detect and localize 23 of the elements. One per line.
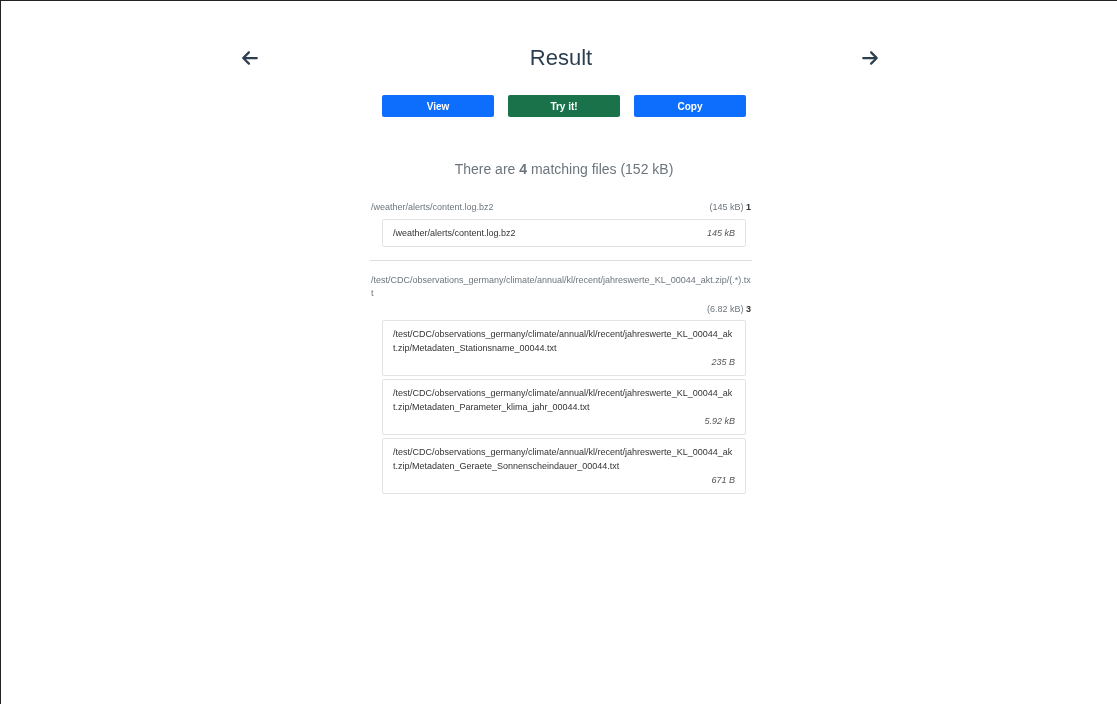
- file-size: 235 B: [710, 356, 735, 369]
- file-path: /test/CDC/observations_germany/climate/annual/kl/recent/jahreswerte_KL_00044_akt.zip/Metadaten_Geraete_Sonnenscheindauer_00044.txt: [393, 446, 734, 473]
- file-size: 145 kB: [706, 226, 735, 240]
- forward-arrow-icon[interactable]: [861, 48, 879, 67]
- group-size: (6.82 kB) 3: [706, 302, 751, 316]
- group-size: (145 kB) 1: [709, 201, 751, 214]
- file-size: 671 B: [710, 474, 735, 487]
- back-arrow-icon[interactable]: [241, 48, 259, 67]
- page-title: Result: [529, 44, 593, 72]
- file-row[interactable]: /test/CDC/observations_germany/climate/annual/kl/recent/jahreswerte_KL_00044_akt.zip/Metadaten_Geraete_Sonnenscheindauer_00044.txt 671 B: [382, 438, 746, 494]
- file-path: /test/CDC/observations_germany/climate/annual/kl/recent/jahreswerte_KL_00044_akt.zip/Metadaten_Stationsname_00044.txt: [393, 328, 734, 355]
- action-button[interactable]: Try it!: [508, 95, 620, 117]
- action-button[interactable]: Copy: [634, 95, 746, 117]
- file-row[interactable]: /weather/alerts/content.log.bz2 145 kB: [382, 218, 746, 247]
- file-path: /test/CDC/observations_germany/climate/annual/kl/recent/jahreswerte_KL_00044_akt.zip/Metadaten_Parameter_klima_jahr_00044.txt: [393, 387, 734, 414]
- file-path: /weather/alerts/content.log.bz2: [393, 226, 516, 240]
- group-path: /test/CDC/observations_germany/climate/annual/kl/recent/jahreswerte_KL_00044_akt.zip/(.*).txt: [371, 273, 751, 300]
- group-path: /weather/alerts/content.log.bz2: [371, 201, 494, 214]
- action-button[interactable]: View: [382, 95, 494, 117]
- match-summary: There are 4 matching files (152 kB): [453, 160, 675, 179]
- file-size: 5.92 kB: [703, 415, 735, 428]
- file-row[interactable]: /test/CDC/observations_germany/climate/annual/kl/recent/jahreswerte_KL_00044_akt.zip/Metadaten_Stationsname_00044.txt 235 B: [382, 320, 746, 376]
- file-row[interactable]: /test/CDC/observations_germany/climate/annual/kl/recent/jahreswerte_KL_00044_akt.zip/Metadaten_Parameter_klima_jahr_00044.txt 5.92 kB: [382, 379, 746, 435]
